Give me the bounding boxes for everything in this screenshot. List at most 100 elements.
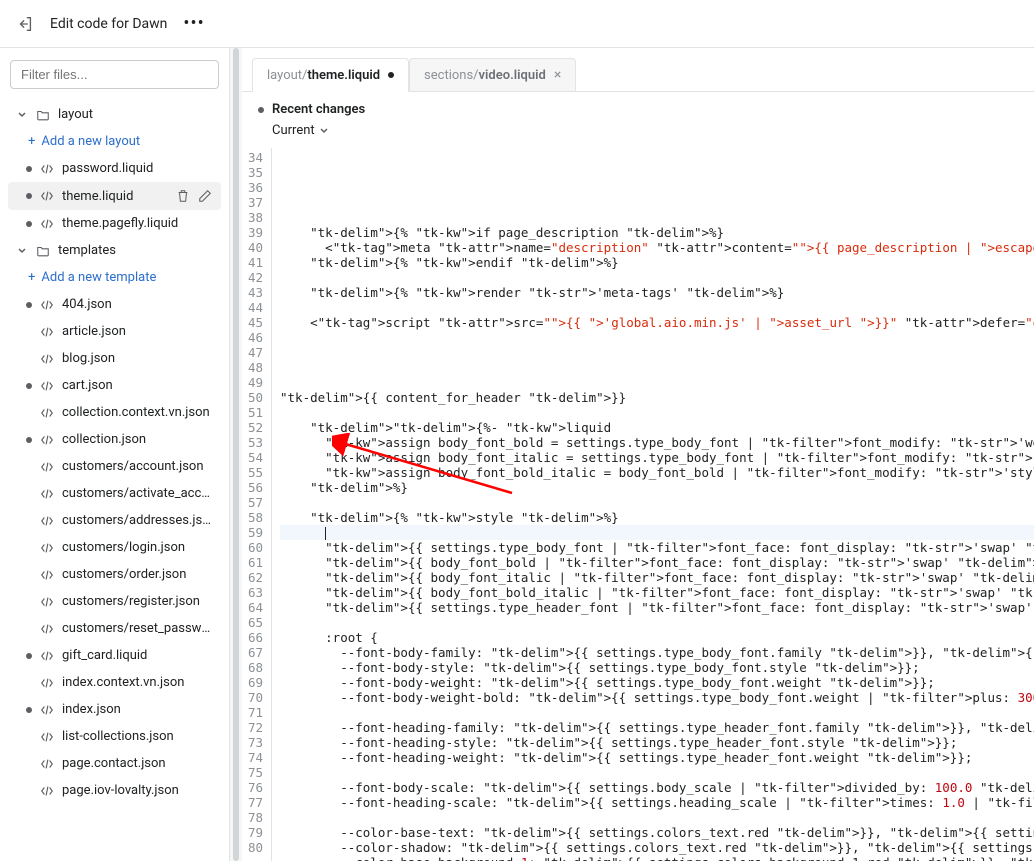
code-line[interactable]: --color-base-background-1: "tk-delim">{{… [280, 855, 1034, 861]
file-label: theme.pagefly.liquid [62, 216, 213, 231]
file-gift_card-liquid[interactable]: gift_card.liquid [8, 642, 221, 669]
delete-icon[interactable] [175, 188, 191, 204]
code-line[interactable] [280, 375, 1034, 390]
code-line[interactable]: "tk-delim">%} [280, 480, 1034, 495]
file-customers-register-json[interactable]: customers/register.json [8, 588, 221, 615]
tab-video-liquid[interactable]: sections/video.liquid× [409, 58, 576, 91]
code-line[interactable]: "tk-delim">{{ body_font_bold_italic | "t… [280, 585, 1034, 600]
code-line[interactable]: --color-shadow: "tk-delim">{{ settings.c… [280, 840, 1034, 855]
file-page-contact-json[interactable]: page.contact.json [8, 750, 221, 777]
file-password-liquid[interactable]: password.liquid [8, 155, 221, 182]
file-page-iov-lovalty-json[interactable]: page.iov-lovalty.json [8, 777, 221, 804]
code-line[interactable] [280, 360, 1034, 375]
code-line[interactable]: --font-body-weight-bold: "tk-delim">{{ s… [280, 690, 1034, 705]
file-customers-order-json[interactable]: customers/order.json [8, 561, 221, 588]
file-customers-activate_account-json[interactable]: customers/activate_account.json [8, 480, 221, 507]
file-label: password.liquid [62, 161, 213, 176]
edit-icon[interactable] [197, 188, 213, 204]
code-line[interactable]: --font-heading-style: "tk-delim">{{ sett… [280, 735, 1034, 750]
code-line[interactable] [280, 195, 1034, 210]
code-line[interactable]: --font-heading-weight: "tk-delim">{{ set… [280, 750, 1034, 765]
code-line[interactable]: "tk-delim">{{ content_for_header "tk-del… [280, 390, 1034, 405]
close-icon[interactable]: × [554, 67, 561, 83]
code-line[interactable]: "tk-delim">"tk-delim">{%- "tk-kw">liquid [280, 420, 1034, 435]
code-line[interactable]: "tk-delim">{% "tk-kw">render "tk-str">'m… [280, 285, 1034, 300]
code-line[interactable]: "tk-delim">{{ settings.type_header_font … [280, 600, 1034, 615]
line-number: 76 [242, 780, 263, 795]
code-line[interactable] [280, 525, 1034, 540]
file-label: customers/activate_account.json [62, 486, 213, 501]
file-label: page.iov-lovalty.json [62, 783, 213, 798]
code-line[interactable]: "tk-delim">{% "tk-kw">if page_descriptio… [280, 225, 1034, 240]
code-line[interactable]: "tk-delim">{% "tk-kw">endif "tk-delim">%… [280, 255, 1034, 270]
file-customers-reset_password-json[interactable]: customers/reset_password.json [8, 615, 221, 642]
code-line[interactable] [280, 345, 1034, 360]
file-label: customers/login.json [62, 540, 213, 555]
file-article-json[interactable]: article.json [8, 318, 221, 345]
code-line[interactable]: "tk-delim">{% "tk-kw">style "tk-delim">%… [280, 510, 1034, 525]
code-line[interactable] [280, 765, 1034, 780]
file-theme-liquid[interactable]: theme.liquid [8, 182, 221, 210]
modified-dot [26, 302, 32, 308]
code-line[interactable] [280, 210, 1034, 225]
line-number: 61 [242, 555, 263, 570]
code-line[interactable]: --font-heading-family: "tk-delim">{{ set… [280, 720, 1034, 735]
file-customers-account-json[interactable]: customers/account.json [8, 453, 221, 480]
code-line[interactable]: "tk-kw">assign body_font_bold_italic = b… [280, 465, 1034, 480]
code-line[interactable]: --font-heading-scale: "tk-delim">{{ sett… [280, 795, 1034, 810]
code-line[interactable]: --font-body-weight: "tk-delim">{{ settin… [280, 675, 1034, 690]
file-theme-pagefly-liquid[interactable]: theme.pagefly.liquid [8, 210, 221, 237]
code-line[interactable] [280, 270, 1034, 285]
file-cart-json[interactable]: cart.json [8, 372, 221, 399]
code-line[interactable]: --font-body-family: "tk-delim">{{ settin… [280, 645, 1034, 660]
filter-input[interactable] [10, 60, 219, 89]
recent-selector[interactable]: Current [258, 123, 1018, 138]
code-line[interactable] [280, 615, 1034, 630]
folder-label: layout [58, 107, 93, 122]
exit-icon[interactable] [16, 15, 34, 33]
line-number: 45 [242, 315, 263, 330]
code-line[interactable]: "tk-delim">{{ body_font_italic | "tk-fil… [280, 570, 1034, 585]
code-line[interactable]: "tk-delim">{{ settings.type_body_font | … [280, 540, 1034, 555]
file-list-collections-json[interactable]: list-collections.json [8, 723, 221, 750]
add-templates[interactable]: +Add a new template [8, 264, 221, 291]
file-collection-json[interactable]: collection.json [8, 426, 221, 453]
add-layout[interactable]: +Add a new layout [8, 128, 221, 155]
code-line[interactable]: "tk-delim">{{ body_font_bold | "tk-filte… [280, 555, 1034, 570]
code-line[interactable]: <"tk-tag">script "tk-attr">src="">{{ ">'… [280, 315, 1034, 330]
tabs: layout/theme.liquidsections/video.liquid… [242, 48, 1034, 92]
line-number: 73 [242, 735, 263, 750]
file-collection-context-vn-json[interactable]: collection.context.vn.json [8, 399, 221, 426]
line-number: 65 [242, 615, 263, 630]
file-label: blog.json [62, 351, 213, 366]
line-number: 36 [242, 180, 263, 195]
file-customers-login-json[interactable]: customers/login.json [8, 534, 221, 561]
code-line[interactable]: :root { [280, 630, 1034, 645]
code-line[interactable] [280, 705, 1034, 720]
code-editor[interactable]: 3435363738394041424344454647484950515253… [242, 148, 1034, 861]
code-line[interactable]: "tk-kw">assign body_font_bold = settings… [280, 435, 1034, 450]
code-line[interactable]: --font-body-style: "tk-delim">{{ setting… [280, 660, 1034, 675]
code-line[interactable]: --color-base-text: "tk-delim">{{ setting… [280, 825, 1034, 840]
code-line[interactable] [280, 330, 1034, 345]
file-index-context-vn-json[interactable]: index.context.vn.json [8, 669, 221, 696]
file-blog-json[interactable]: blog.json [8, 345, 221, 372]
code-line[interactable] [280, 300, 1034, 315]
code-line[interactable]: <"tk-tag">meta "tk-attr">name="descripti… [280, 240, 1034, 255]
file-index-json[interactable]: index.json [8, 696, 221, 723]
splitter[interactable] [230, 48, 242, 861]
folder-layout[interactable]: layout [8, 101, 221, 128]
code-line[interactable] [280, 405, 1034, 420]
code-file-icon [40, 433, 54, 447]
tab-theme-liquid[interactable]: layout/theme.liquid [252, 58, 409, 92]
folder-templates[interactable]: templates [8, 237, 221, 264]
line-number: 34 [242, 150, 263, 165]
code-line[interactable] [280, 495, 1034, 510]
code-line[interactable]: --font-body-scale: "tk-delim">{{ setting… [280, 780, 1034, 795]
file-404-json[interactable]: 404.json [8, 291, 221, 318]
line-number: 49 [242, 375, 263, 390]
more-menu[interactable]: ••• [183, 13, 204, 34]
file-customers-addresses-json[interactable]: customers/addresses.json [8, 507, 221, 534]
code-line[interactable] [280, 810, 1034, 825]
code-line[interactable]: "tk-kw">assign body_font_italic = settin… [280, 450, 1034, 465]
